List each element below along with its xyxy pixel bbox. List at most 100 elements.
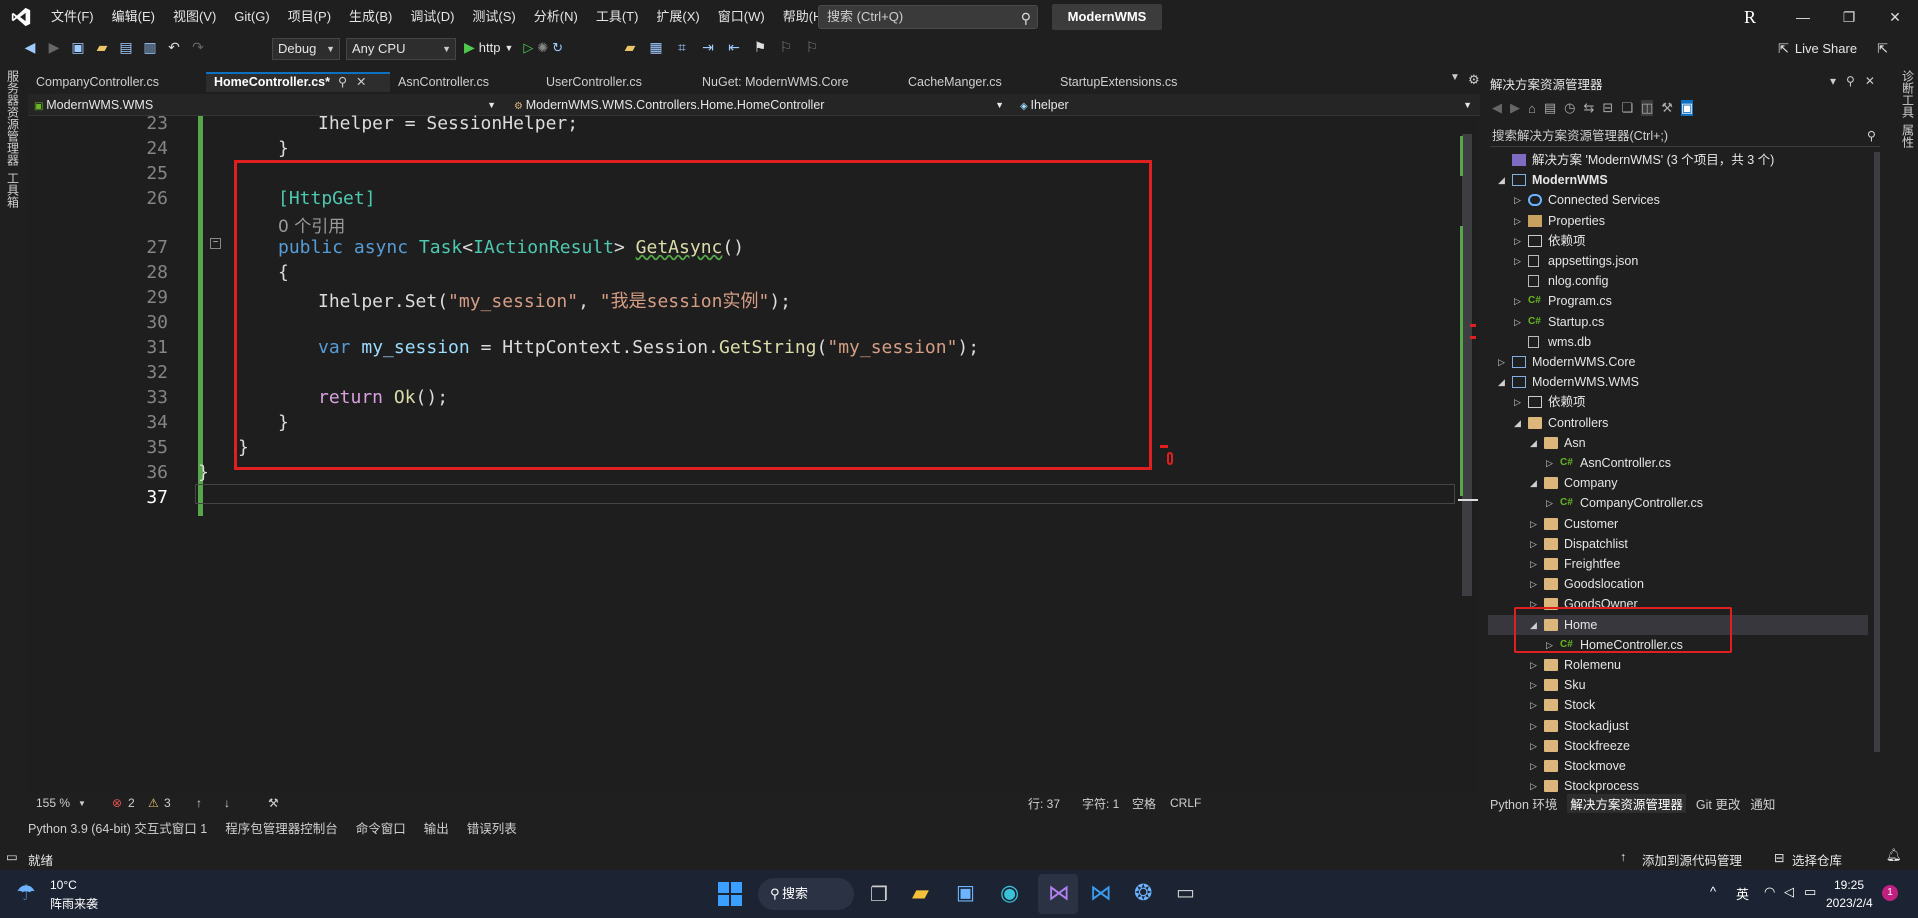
- store-icon[interactable]: ▣: [956, 880, 975, 905]
- tab-notifications[interactable]: 通知: [1750, 794, 1775, 813]
- collapsed-arrow-icon[interactable]: ▷: [1530, 736, 1537, 756]
- menu-item[interactable]: 调试(D): [401, 0, 463, 34]
- close-icon[interactable]: ✕: [1865, 74, 1875, 88]
- pin-icon[interactable]: ⚲: [338, 74, 347, 91]
- chevron-down-icon[interactable]: ▾: [1830, 74, 1836, 88]
- arrow-down-icon[interactable]: ↓: [224, 796, 230, 810]
- tab-output[interactable]: 输出: [424, 818, 449, 837]
- tree-item[interactable]: ▷ Goodslocation: [1488, 574, 1868, 594]
- notifications-icon[interactable]: 🔔︎: [1886, 848, 1902, 863]
- tree-item[interactable]: ▷ Stockfreeze: [1488, 736, 1868, 756]
- expanded-arrow-icon[interactable]: ◢: [1530, 473, 1537, 493]
- notification-badge[interactable]: 1: [1882, 885, 1898, 901]
- global-search-input[interactable]: 搜索 (Ctrl+Q) ⚲: [818, 5, 1038, 29]
- weather-icon[interactable]: ☂: [16, 880, 36, 906]
- collapsed-arrow-icon[interactable]: ▷: [1530, 554, 1537, 574]
- menu-item[interactable]: 工具(T): [587, 0, 648, 34]
- collapsed-arrow-icon[interactable]: ▷: [1514, 231, 1521, 251]
- cleanup-icon[interactable]: ⚒: [268, 796, 279, 810]
- show-all-files-icon[interactable]: ❏: [1621, 100, 1633, 116]
- open-folder-icon[interactable]: ▰: [92, 39, 112, 56]
- tab-solution-explorer[interactable]: 解决方案资源管理器: [1567, 793, 1686, 813]
- line-ending-indicator[interactable]: CRLF: [1170, 796, 1201, 810]
- attach-icon[interactable]: ✺: [537, 40, 548, 56]
- menu-item[interactable]: 分析(N): [525, 0, 587, 34]
- menu-item[interactable]: 文件(F): [42, 0, 103, 34]
- pending-changes-icon[interactable]: ◷: [1564, 100, 1575, 116]
- tab-nuget[interactable]: NuGet: ModernWMS.Core: [694, 72, 900, 92]
- scrollbar-thumb[interactable]: [1462, 134, 1472, 596]
- save-all-icon[interactable]: ▥: [140, 39, 160, 56]
- tree-item[interactable]: ▷ Stockmove: [1488, 756, 1868, 776]
- save-icon[interactable]: ▤: [116, 39, 136, 56]
- vscode-icon[interactable]: ⋈: [1090, 880, 1112, 906]
- expanded-arrow-icon[interactable]: ◢: [1498, 372, 1505, 392]
- visual-studio-taskbar-button[interactable]: ⋈: [1038, 874, 1078, 914]
- collapsed-arrow-icon[interactable]: ▷: [1530, 716, 1537, 736]
- layout-icon[interactable]: ▦: [646, 39, 666, 56]
- weather-desc[interactable]: 阵雨来袭: [50, 895, 98, 912]
- tree-item[interactable]: ▷ Dispatchlist: [1488, 534, 1868, 554]
- collapsed-arrow-icon[interactable]: ▷: [1514, 211, 1521, 231]
- back-icon[interactable]: ◀: [20, 39, 40, 56]
- feedback-icon[interactable]: ⇱: [1877, 36, 1888, 62]
- menu-item[interactable]: 视图(V): [164, 0, 225, 34]
- tree-item[interactable]: ▷ Sku: [1488, 675, 1868, 695]
- restore-icon[interactable]: ❐: [1826, 0, 1872, 34]
- tab-startup-extensions[interactable]: StartupExtensions.cs: [1052, 72, 1232, 92]
- editor-vertical-scrollbar[interactable]: [1458, 116, 1478, 796]
- tab-git-changes[interactable]: Git 更改: [1696, 794, 1740, 813]
- task-view-icon[interactable]: ❐: [870, 882, 888, 907]
- collapsed-arrow-icon[interactable]: ▷: [1514, 312, 1521, 332]
- collapsed-arrow-icon[interactable]: ▷: [1530, 756, 1537, 776]
- collapsed-arrow-icon[interactable]: ▷: [1530, 534, 1537, 554]
- menu-item[interactable]: 生成(B): [340, 0, 401, 34]
- clock-time[interactable]: 19:25: [1834, 878, 1864, 892]
- menu-item[interactable]: 项目(P): [279, 0, 340, 34]
- forward-icon[interactable]: ▶: [44, 39, 64, 56]
- battery-icon[interactable]: ▭: [1804, 884, 1816, 900]
- collapsed-arrow-icon[interactable]: ▷: [1530, 514, 1537, 534]
- collapsed-arrow-icon[interactable]: ▷: [1530, 675, 1537, 695]
- collapse-all-icon[interactable]: ⊟: [1602, 100, 1613, 116]
- tree-item[interactable]: ▷ Rolemenu: [1488, 655, 1868, 675]
- tree-item[interactable]: ▷ Customer: [1488, 514, 1868, 534]
- collapsed-arrow-icon[interactable]: ▷: [1514, 392, 1521, 412]
- folder-icon[interactable]: ▰: [620, 39, 640, 56]
- settings-icon[interactable]: ⚙: [1468, 72, 1480, 88]
- tree-item[interactable]: ▷ 依赖项: [1488, 392, 1868, 412]
- weather-temp[interactable]: 10°C: [50, 878, 77, 892]
- expanded-arrow-icon[interactable]: ◢: [1530, 433, 1537, 453]
- outdent-icon[interactable]: ⇤: [724, 39, 744, 56]
- tab-company-controller[interactable]: CompanyController.cs: [28, 72, 204, 92]
- member-dropdown[interactable]: ◈ Ihelper ▼: [1014, 96, 1478, 114]
- tab-python-interactive[interactable]: Python 3.9 (64-bit) 交互式窗口 1: [28, 818, 207, 837]
- clock-date[interactable]: 2023/2/4: [1826, 896, 1873, 910]
- toolbox-tab[interactable]: 工具箱: [5, 172, 22, 208]
- zoom-select[interactable]: 155 %: [36, 796, 70, 810]
- config-select[interactable]: Debug ▼: [272, 38, 340, 60]
- redo-icon[interactable]: ↷: [188, 39, 208, 56]
- collapse-icon[interactable]: −: [210, 238, 221, 249]
- format-icon[interactable]: ⌗: [672, 39, 692, 56]
- live-share-button[interactable]: ⇱ Live Share ⇱: [1778, 36, 1888, 62]
- collapsed-arrow-icon[interactable]: ▷: [1498, 352, 1505, 372]
- server-explorer-tab[interactable]: 服务器资源管理器: [5, 70, 22, 166]
- platform-select[interactable]: Any CPU ▼: [346, 38, 456, 60]
- tree-item[interactable]: nlog.config: [1488, 271, 1868, 291]
- collapsed-arrow-icon[interactable]: ▷: [1530, 655, 1537, 675]
- indent-icon[interactable]: ⇥: [698, 39, 718, 56]
- edge-icon[interactable]: ◉: [1000, 880, 1019, 906]
- run-button[interactable]: ▶ http ▼ ▷ ✺ ↻: [464, 39, 563, 56]
- tree-item[interactable]: ▷ appsettings.json: [1488, 251, 1868, 271]
- home-icon[interactable]: ⌂: [1528, 101, 1536, 116]
- project-dropdown[interactable]: ▣ ModernWMS.WMS ▼: [28, 96, 502, 114]
- tree-item[interactable]: wms.db: [1488, 332, 1868, 352]
- properties-icon[interactable]: ⚒: [1661, 100, 1673, 116]
- tab-asn-controller[interactable]: AsnController.cs: [390, 72, 536, 92]
- collapsed-arrow-icon[interactable]: ▷: [1514, 251, 1521, 271]
- preview-selected-icon[interactable]: ▣: [1680, 100, 1694, 116]
- tree-item[interactable]: ◢ Controllers: [1488, 413, 1868, 433]
- select-repo-button[interactable]: 选择仓库: [1792, 850, 1842, 869]
- minimize-icon[interactable]: —: [1780, 0, 1826, 34]
